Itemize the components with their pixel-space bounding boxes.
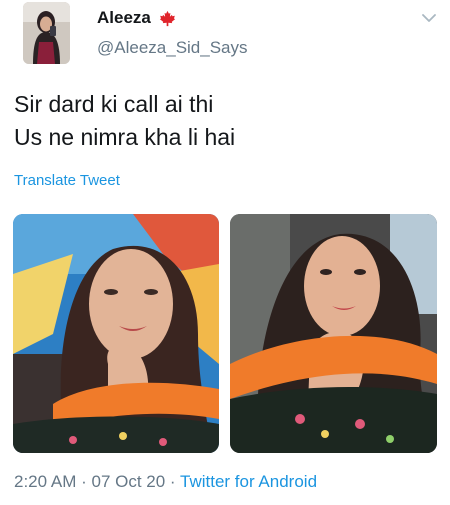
tweet-text: Sir dard ki call ai thi Us ne nimra kha …: [14, 88, 235, 154]
tweet-card: Aleeza @Aleeza_Sid_Says Sir dard ki call…: [0, 0, 450, 505]
tweet-source-link[interactable]: Twitter for Android: [180, 472, 317, 491]
chevron-down-icon[interactable]: [422, 10, 436, 22]
avatar[interactable]: [23, 2, 70, 64]
translate-tweet-link[interactable]: Translate Tweet: [14, 172, 120, 189]
meta-separator: ·: [76, 472, 92, 491]
tweet-text-line: Sir dard ki call ai thi: [14, 91, 214, 117]
photo-image: [13, 214, 219, 453]
tweet-time[interactable]: 2:20 AM: [14, 472, 76, 491]
maple-leaf-icon: [159, 10, 176, 27]
photo-image: [230, 214, 437, 453]
display-name[interactable]: Aleeza: [97, 8, 151, 28]
user-handle[interactable]: @Aleeza_Sid_Says: [97, 38, 248, 58]
tweet-photo-right[interactable]: [230, 214, 437, 453]
tweet-photo-left[interactable]: [13, 214, 219, 453]
meta-separator: ·: [165, 472, 181, 491]
user-name-row[interactable]: Aleeza: [97, 8, 176, 28]
tweet-meta: 2:20 AM · 07 Oct 20 · Twitter for Androi…: [14, 472, 317, 492]
tweet-date[interactable]: 07 Oct 20: [91, 472, 165, 491]
avatar-image: [23, 2, 70, 64]
tweet-text-line: Us ne nimra kha li hai: [14, 124, 236, 150]
